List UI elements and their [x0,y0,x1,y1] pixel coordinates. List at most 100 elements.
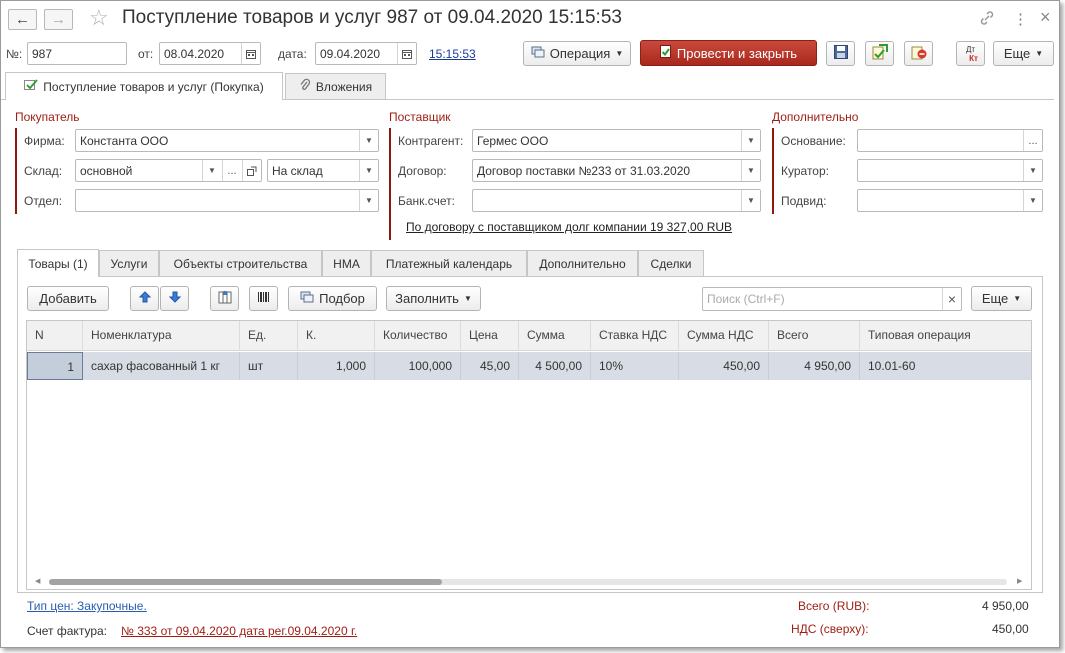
warehouse-label: Склад: [24,164,63,178]
clear-search-icon[interactable]: × [942,288,961,310]
columns-button[interactable] [210,286,239,311]
firm-label: Фирма: [24,134,65,148]
tab-construction-objects[interactable]: Объекты строительства [159,250,322,276]
col-n[interactable]: N [27,321,83,351]
tab-intangible-assets[interactable]: НМА [322,250,371,276]
scrollbar-thumb[interactable] [49,579,442,585]
cell-vat-rate[interactable]: 10% [591,352,679,380]
fill-button[interactable]: Заполнить ▼ [386,286,481,311]
col-price[interactable]: Цена [461,321,519,351]
chevron-down-icon[interactable]: ▼ [741,160,760,181]
chevron-down-icon[interactable]: ▼ [359,130,378,151]
back-button[interactable]: ← [8,9,37,30]
search-input[interactable]: Поиск (Ctrl+F) × [702,287,962,311]
cell-qty[interactable]: 100,000 [375,352,461,380]
open-icon[interactable] [242,160,261,181]
destination-field[interactable]: На склад ▼ [267,159,379,182]
cell-sum[interactable]: 4 500,00 [519,352,591,380]
curator-field[interactable]: ▼ [857,159,1043,182]
warehouse-field[interactable]: основной ▼ ... [75,159,262,182]
time-link[interactable]: 15:15:53 [429,47,476,61]
forward-button[interactable]: → [44,9,73,30]
tab-purchase[interactable]: Поступление товаров и услуг (Покупка) [5,72,283,100]
chevron-down-icon[interactable]: ▼ [1023,190,1042,211]
scroll-right-icon[interactable]: ▶ [1017,577,1022,585]
unpost-button[interactable] [904,41,933,66]
barcode-button[interactable] [249,286,278,311]
add-row-button[interactable]: Добавить [27,286,109,311]
department-field[interactable]: ▼ [75,189,379,212]
contract-field[interactable]: Договор поставки №233 от 31.03.2020 ▼ [472,159,761,182]
link-icon[interactable] [979,10,995,29]
cell-unit[interactable]: шт [240,352,298,380]
post-and-close-label: Провести и закрыть [676,45,798,61]
chevron-down-icon[interactable]: ▼ [359,190,378,211]
warehouse-select-button[interactable]: ... [222,160,241,181]
cell-operation[interactable]: 10.01-60 [860,352,1031,380]
menu-dots-icon[interactable]: ⋮ [1013,10,1028,28]
horizontal-scrollbar[interactable] [49,579,1007,585]
col-sum[interactable]: Сумма [519,321,591,351]
table-more-button[interactable]: Еще ▼ [971,286,1032,311]
col-k[interactable]: К. [298,321,375,351]
window-title: Поступление товаров и услуг 987 от 09.04… [122,7,622,28]
warehouse-value: основной [80,164,133,178]
post-button[interactable] [865,41,894,66]
chevron-down-icon[interactable]: ▼ [359,160,378,181]
basis-select-button[interactable]: ... [1023,130,1042,151]
number-field[interactable]: 987 [27,42,127,65]
move-down-button[interactable] [160,286,189,311]
bank-account-field[interactable]: ▼ [472,189,761,212]
operation-button[interactable]: Операция ▼ [523,41,631,66]
selection-button[interactable]: Подбор [288,286,377,311]
chevron-down-icon[interactable]: ▼ [202,160,221,181]
from-date-field[interactable]: 08.04.2020 [159,42,261,65]
save-button[interactable] [826,41,855,66]
tab-additional[interactable]: Дополнительно [527,250,638,276]
basis-field[interactable]: ... [857,129,1043,152]
cell-price[interactable]: 45,00 [461,352,519,380]
col-unit[interactable]: Ед. [240,321,298,351]
dt-kt-button[interactable]: Дт Кт [956,41,985,66]
table-row[interactable]: 1 сахар фасованный 1 кг шт 1,000 100,000… [27,352,1031,380]
close-icon[interactable]: × [1040,7,1051,28]
firm-field[interactable]: Константа ООО ▼ [75,129,379,152]
cell-vat-sum[interactable]: 450,00 [679,352,769,380]
col-total[interactable]: Всего [769,321,860,351]
subtype-field[interactable]: ▼ [857,189,1043,212]
favorite-star-icon[interactable]: ☆ [89,5,109,31]
cell-n[interactable]: 1 [27,352,83,380]
counterparty-field[interactable]: Гермес ООО ▼ [472,129,761,152]
chevron-down-icon[interactable]: ▼ [741,190,760,211]
chevron-down-icon: ▼ [1013,294,1022,303]
cell-item[interactable]: сахар фасованный 1 кг [83,352,240,380]
curator-label: Куратор: [781,164,829,178]
post-and-close-button[interactable]: Провести и закрыть [640,40,817,66]
buyer-section-bar [15,128,17,214]
col-operation[interactable]: Типовая операция [860,321,1031,351]
col-item[interactable]: Номенклатура [83,321,240,351]
scroll-left-icon[interactable]: ◀ [35,577,40,585]
tab-attachments[interactable]: Вложения [285,73,386,99]
col-qty[interactable]: Количество [375,321,461,351]
col-vat-sum[interactable]: Сумма НДС [679,321,769,351]
cell-total[interactable]: 4 950,00 [769,352,860,380]
tab-goods[interactable]: Товары (1) [17,249,99,277]
chevron-down-icon[interactable]: ▼ [1023,160,1042,181]
price-type-link[interactable]: Тип цен: Закупочные. [27,599,147,613]
calendar-icon[interactable] [241,43,260,64]
move-up-button[interactable] [130,286,159,311]
chevron-down-icon[interactable]: ▼ [741,130,760,151]
dt-kt-icon-bottom: Кт [969,53,978,63]
tab-payment-calendar[interactable]: Платежный календарь [371,250,527,276]
calendar-icon[interactable] [397,43,416,64]
col-vat-rate[interactable]: Ставка НДС [591,321,679,351]
debt-link[interactable]: По договору с поставщиком долг компании … [406,220,732,234]
date-field[interactable]: 09.04.2020 [315,42,417,65]
tab-deals[interactable]: Сделки [638,250,704,276]
tab-services[interactable]: Услуги [99,250,159,276]
invoice-link[interactable]: № 333 от 09.04.2020 дата рег.09.04.2020 … [121,624,357,638]
from-date-value: 08.04.2020 [164,47,225,61]
more-button[interactable]: Еще ▼ [993,41,1054,66]
cell-k[interactable]: 1,000 [298,352,375,380]
